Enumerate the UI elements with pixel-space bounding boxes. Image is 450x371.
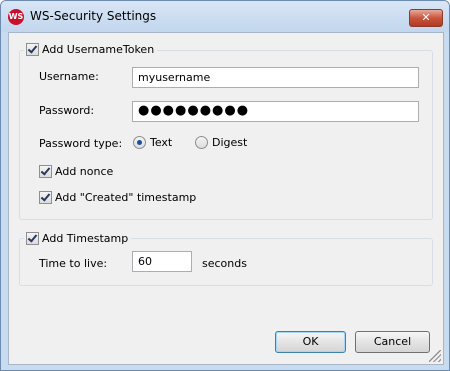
- radio-digest[interactable]: Digest: [195, 136, 247, 149]
- add-timestamp-checkbox[interactable]: Add Timestamp: [24, 230, 132, 246]
- close-icon: ✕: [421, 11, 431, 24]
- checkbox-icon: [26, 231, 39, 245]
- radio-text[interactable]: Text: [133, 136, 172, 149]
- ok-button[interactable]: OK: [275, 331, 346, 353]
- cancel-button[interactable]: Cancel: [355, 331, 430, 353]
- resize-grip-icon[interactable]: [429, 350, 441, 362]
- add-nonce-label: Add nonce: [55, 165, 114, 178]
- title-bar[interactable]: WS WS-Security Settings ✕: [1, 1, 449, 32]
- add-created-checkbox[interactable]: Add "Created" timestamp: [39, 191, 196, 204]
- checkbox-icon: [39, 191, 52, 204]
- window-title: WS-Security Settings: [30, 9, 157, 23]
- dialog-window: WS WS-Security Settings ✕ Add UsernameTo…: [0, 0, 450, 371]
- checkbox-icon: [39, 165, 52, 178]
- ttl-label: Time to live:: [39, 257, 108, 270]
- add-created-label: Add "Created" timestamp: [55, 191, 197, 204]
- password-input[interactable]: ●●●●●●●●●: [132, 101, 419, 122]
- ttl-unit: seconds: [202, 257, 247, 270]
- add-nonce-checkbox[interactable]: Add nonce: [39, 165, 113, 178]
- app-icon: WS: [8, 9, 24, 25]
- username-label: Username:: [39, 70, 99, 83]
- radio-digest-label: Digest: [212, 136, 248, 149]
- add-usernametoken-label: Add UsernameToken: [42, 42, 155, 56]
- radio-selected-icon: [133, 136, 146, 149]
- radio-unselected-icon: [195, 136, 208, 149]
- dialog-body: Add UsernameToken Username: myusername P…: [8, 32, 444, 365]
- password-label: Password:: [39, 104, 95, 117]
- password-type-label: Password type:: [39, 137, 123, 150]
- add-usernametoken-checkbox[interactable]: Add UsernameToken: [24, 41, 158, 57]
- radio-text-label: Text: [150, 136, 173, 149]
- add-timestamp-label: Add Timestamp: [42, 231, 129, 245]
- checkbox-icon: [26, 42, 39, 56]
- username-input[interactable]: myusername: [132, 67, 419, 88]
- ttl-input[interactable]: 60: [132, 251, 192, 272]
- close-button[interactable]: ✕: [409, 9, 443, 27]
